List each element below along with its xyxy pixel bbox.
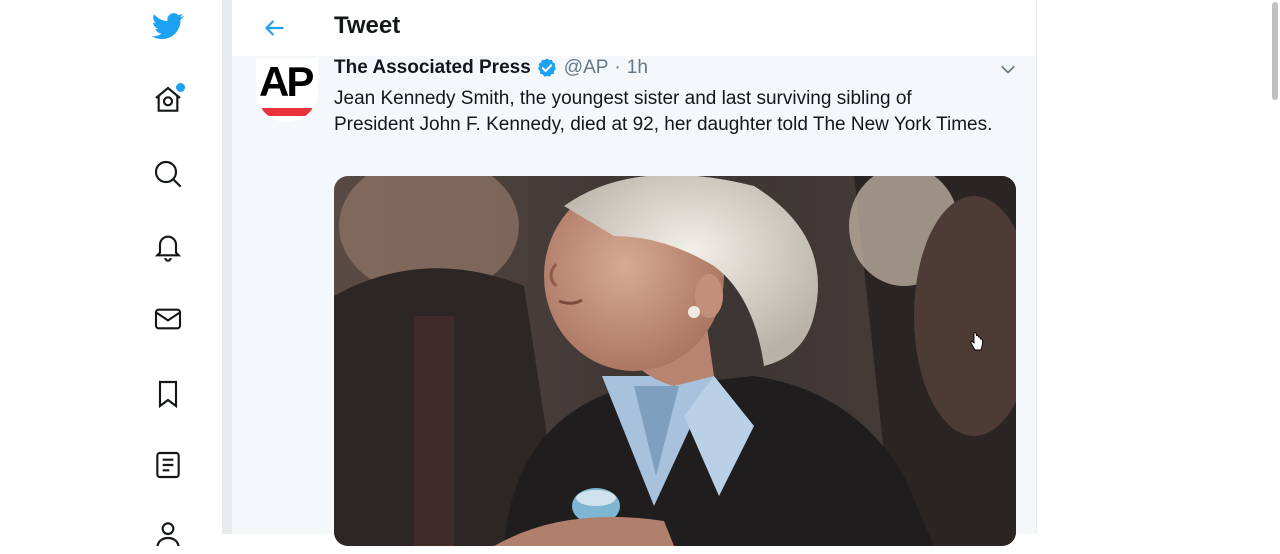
avatar[interactable]: AP [256,58,318,122]
bookmarks-icon[interactable] [148,374,188,414]
home-icon[interactable] [148,80,188,120]
explore-icon[interactable] [148,154,188,194]
column-divider [222,0,232,534]
twitter-logo-icon[interactable] [148,6,188,46]
profile-icon[interactable] [148,514,188,554]
separator-dot: · [614,57,621,78]
page-scrollbar[interactable] [1270,0,1280,534]
author-name[interactable]: The Associated Press [334,57,531,79]
mouse-pointer-icon [970,332,983,351]
scrollbar-thumb[interactable] [1272,2,1278,100]
page-title: Tweet [334,12,401,39]
photo-illustration [334,176,1016,546]
back-button[interactable] [258,12,290,44]
verified-badge-icon [537,58,556,77]
tweet-text: Jean Kennedy Smith, the youngest sister … [334,88,993,135]
back-arrow-icon [265,20,284,36]
tweet-timestamp[interactable]: 1h [627,57,648,79]
ap-logo-accent [262,108,312,116]
page-header: Tweet [232,0,1036,57]
author-handle[interactable]: @AP [564,57,609,79]
chevron-down-icon[interactable] [998,60,1018,80]
ap-logo-text: AP [259,58,314,105]
tweet[interactable]: AP The Associated Press @AP · 1h Jean Ke… [232,56,1036,546]
notification-dot [175,82,186,93]
lists-icon[interactable] [148,445,188,485]
tweet-header: The Associated Press @AP · 1h [334,56,648,80]
tweet-photo[interactable] [334,176,1016,546]
notifications-icon[interactable] [148,226,188,266]
messages-icon[interactable] [148,299,188,339]
main-column: Tweet AP The Associated Press @AP · 1h J… [232,0,1037,546]
left-nav [0,0,222,547]
